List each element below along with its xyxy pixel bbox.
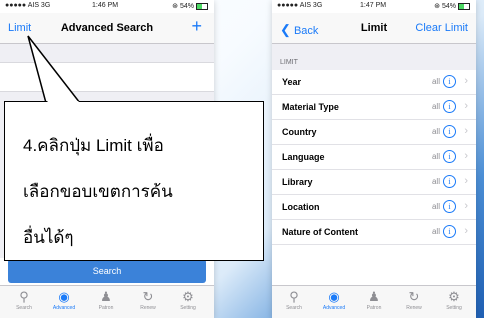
callout-line-3: อื่นได้ๆ: [23, 228, 74, 247]
callout-line-2: เลือกขอบเขตการค้น: [23, 182, 173, 201]
instruction-callout: 4.คลิกปุ่ม Limit เพื่อ เลือกขอบเขตการค้น…: [4, 101, 264, 261]
callout-line-1: 4.คลิกปุ่ม Limit เพื่อ: [23, 136, 164, 155]
